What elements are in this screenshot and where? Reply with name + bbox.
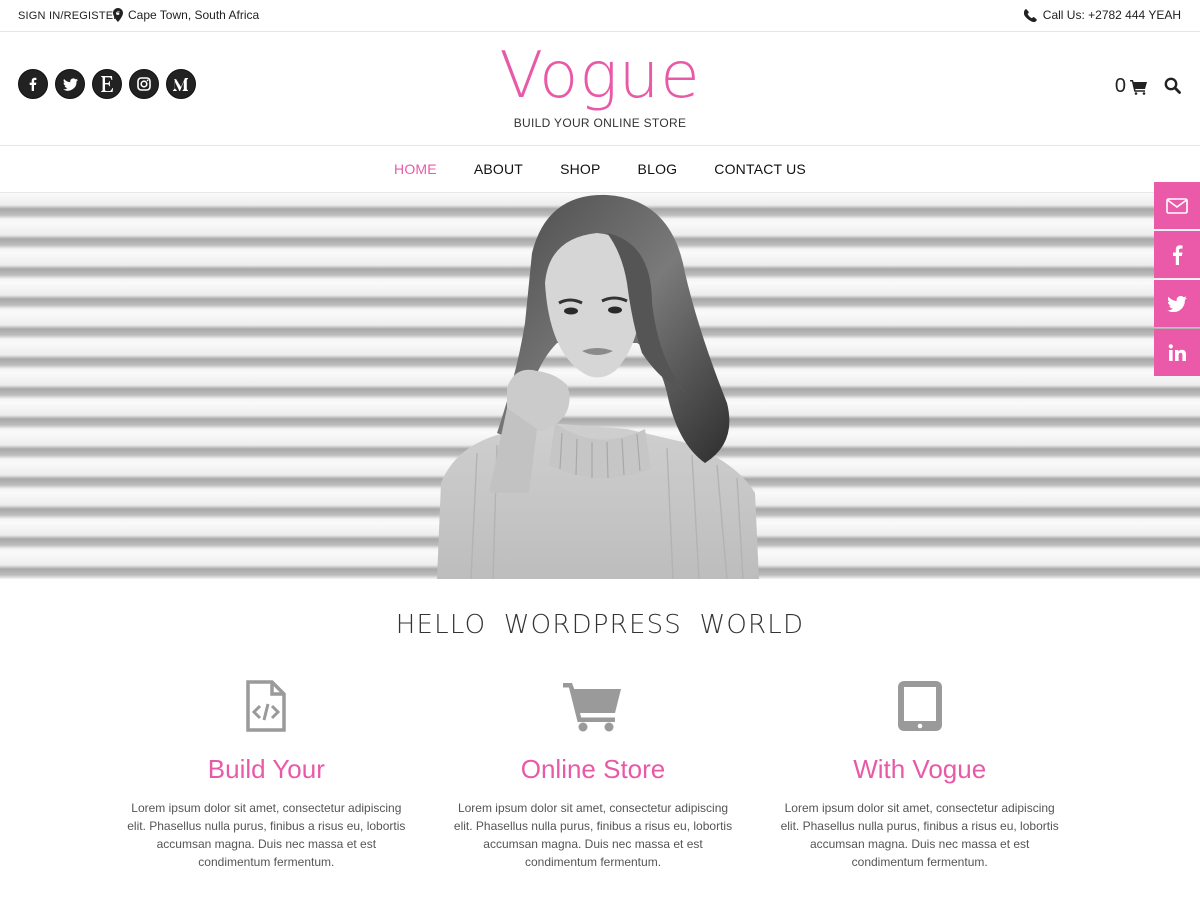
cart-count: 0 (1114, 75, 1126, 97)
feature-title: Build Your (207, 754, 325, 784)
code-file-icon (246, 680, 287, 732)
mail-icon (1166, 197, 1188, 214)
nav-item-blog[interactable]: BLOG (638, 146, 678, 192)
phone-icon (1023, 8, 1037, 22)
sign-in-register-link[interactable]: SIGN IN/REGISTER (18, 10, 121, 22)
feature-build-your: Build Your Lorem ipsum dolor sit amet, c… (103, 680, 430, 871)
location: Cape Town, South Africa (113, 8, 259, 22)
linkedin-icon (1168, 344, 1186, 361)
cart-icon (563, 683, 621, 732)
search-button[interactable] (1164, 77, 1181, 99)
facebook-icon (1173, 244, 1183, 265)
hero-banner-image (0, 193, 1200, 579)
share-facebook-button[interactable] (1154, 231, 1200, 278)
features-section: Build Your Lorem ipsum dolor sit amet, c… (103, 680, 1083, 871)
call-us[interactable]: Call Us: +2782 444 YEAH (1023, 8, 1181, 22)
feature-text: Lorem ipsum dolor sit amet, consectetur … (453, 801, 733, 869)
feature-title: With Vogue (853, 754, 987, 784)
feature-title: Online Store (520, 754, 666, 784)
tablet-icon (897, 681, 942, 731)
share-email-button[interactable] (1154, 182, 1200, 229)
map-marker-icon (113, 8, 123, 22)
nav-item-contact-us[interactable]: CONTACT US (714, 146, 806, 192)
floating-share-bar (1154, 182, 1200, 376)
cart-button[interactable]: 0 (1115, 75, 1148, 98)
site-tagline: BUILD YOUR ONLINE STORE (513, 116, 687, 130)
feature-text: Lorem ipsum dolor sit amet, consectetur … (127, 801, 406, 869)
top-bar: SIGN IN/REGISTER Cape Town, South Africa… (0, 0, 1200, 32)
nav-item-home[interactable]: HOME (394, 146, 437, 192)
main-navigation: HOME ABOUT SHOP BLOG CONTACT US (0, 146, 1200, 193)
site-header: Vogue BUILD YOUR ONLINE STORE 0 (0, 32, 1200, 146)
location-text: Cape Town, South Africa (128, 8, 260, 22)
share-linkedin-button[interactable] (1154, 329, 1200, 376)
feature-online-store: Online Store Lorem ipsum dolor sit amet,… (430, 680, 757, 871)
model-photo (437, 194, 759, 579)
call-us-text: Call Us: +2782 444 YEAH (1042, 8, 1181, 22)
twitter-icon (1167, 295, 1187, 312)
feature-text: Lorem ipsum dolor sit amet, consectetur … (780, 801, 1059, 869)
feature-with-vogue: With Vogue Lorem ipsum dolor sit amet, c… (756, 680, 1083, 871)
section-heading: HELLO WORDPRESS WORLD (395, 610, 805, 640)
cart-icon (1130, 79, 1147, 95)
site-title: Vogue (499, 39, 701, 113)
nav-item-about[interactable]: ABOUT (474, 146, 523, 192)
share-twitter-button[interactable] (1154, 280, 1200, 327)
site-logo[interactable]: Vogue BUILD YOUR ONLINE STORE (0, 40, 1200, 130)
nav-item-shop[interactable]: SHOP (560, 146, 600, 192)
search-icon (1164, 77, 1181, 94)
